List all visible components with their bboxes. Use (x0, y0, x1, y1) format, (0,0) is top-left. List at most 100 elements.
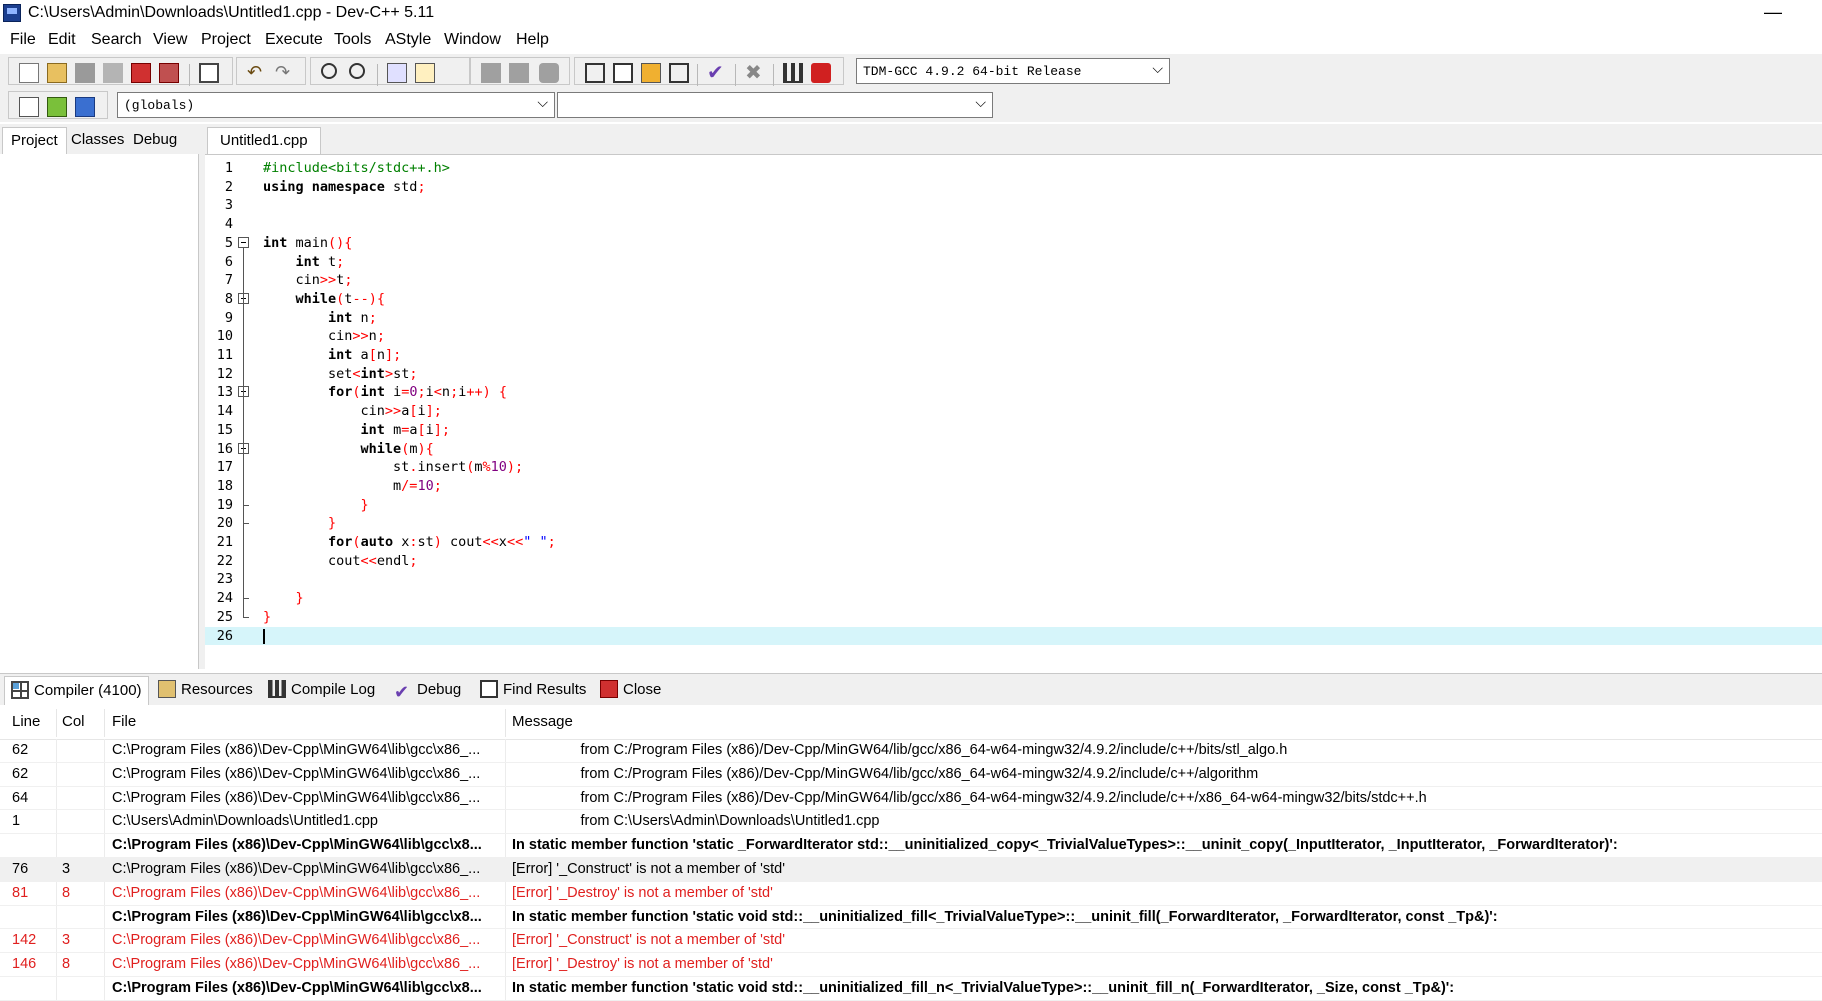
message-row[interactable]: 81 8 C:\Program Files (x86)\Dev-Cpp\MinGW6… (0, 882, 1822, 906)
column-divider[interactable] (56, 709, 57, 737)
save-icon[interactable] (75, 63, 95, 83)
code-line[interactable]: 2 using namespace std; (205, 178, 1822, 197)
close-all-icon[interactable] (159, 63, 179, 83)
code-line[interactable]: 14 cin>>a[i]; (205, 402, 1822, 421)
tab-debug[interactable]: Debug (125, 127, 185, 154)
message-file: C:\Program Files (x86)\Dev-Cpp\MinGW64\l… (112, 884, 481, 901)
tab-classes[interactable]: Classes (63, 127, 132, 154)
code-line[interactable]: 21 for(auto x:st) cout<<x<<" "; (205, 533, 1822, 552)
tab-close[interactable]: Close (594, 676, 667, 705)
project-options-icon[interactable] (75, 97, 95, 117)
header-col[interactable]: Col (62, 713, 85, 730)
new-file-icon[interactable] (19, 63, 39, 83)
compiler-messages-list[interactable]: Line Col File Message 62 C:\Program Files… (0, 705, 1822, 1001)
menu-file[interactable]: File (10, 31, 36, 49)
compile-grid-icon[interactable] (585, 63, 605, 83)
header-message[interactable]: Message (512, 713, 573, 730)
code-editor[interactable]: 1 #include<bits/stdc++.h> 2 using namespace… (205, 154, 1822, 670)
code-line[interactable]: 7 cin>>t; (205, 271, 1822, 290)
menu-execute[interactable]: Execute (265, 31, 323, 49)
print-icon[interactable] (199, 63, 219, 83)
message-row[interactable]: 64 C:\Program Files (x86)\Dev-Cpp\MinGW64… (0, 787, 1822, 811)
add-to-project-icon[interactable] (47, 97, 67, 117)
menu-window[interactable]: Window (444, 31, 501, 49)
function-select[interactable]: ⌵ (557, 92, 993, 118)
code-line[interactable]: 25} (205, 608, 1822, 627)
tab-find-results[interactable]: Find Results (474, 676, 592, 705)
tab-debug-output[interactable]: ✔ Debug (388, 676, 467, 705)
delete-profile-icon[interactable] (811, 63, 831, 83)
goto-line-icon[interactable] (387, 63, 407, 83)
message-row[interactable]: C:\Program Files (x86)\Dev-Cpp\MinGW64\l… (0, 977, 1822, 1001)
message-row[interactable]: 1 C:\Users\Admin\Downloads\Untitled1.cpp … (0, 810, 1822, 835)
toggle-bookmark-icon[interactable] (415, 63, 435, 83)
code-line[interactable]: 16 while(m){ (205, 440, 1822, 459)
code-line[interactable]: 3 (205, 196, 1822, 215)
code-line[interactable]: 18 m/=10; (205, 477, 1822, 496)
code-line[interactable]: 4 (205, 215, 1822, 234)
column-divider[interactable] (505, 709, 506, 737)
message-row[interactable]: 76 3 C:\Program Files (x86)\Dev-Cpp\MinGW6… (0, 858, 1822, 882)
code-line[interactable]: 6 int t; (205, 253, 1822, 272)
replace-icon[interactable] (349, 63, 365, 79)
minimize-button[interactable]: — (1764, 2, 1782, 23)
column-divider[interactable] (104, 709, 105, 737)
scope-select[interactable]: (globals) ⌵ (117, 92, 555, 118)
menu-project[interactable]: Project (201, 31, 251, 49)
code-line[interactable]: 10 cin>>n; (205, 327, 1822, 346)
stop-execution-icon[interactable]: ✖ (745, 63, 765, 83)
open-file-icon[interactable] (47, 63, 67, 83)
tab-resources[interactable]: Resources (152, 676, 259, 705)
redo-icon[interactable]: ↷ (275, 63, 295, 83)
code-line[interactable]: 23 (205, 570, 1822, 589)
indent-icon[interactable] (481, 63, 501, 83)
menu-tools[interactable]: Tools (334, 31, 371, 49)
header-file[interactable]: File (112, 713, 136, 730)
message-row[interactable]: 62 C:\Program Files (x86)\Dev-Cpp\MinGW64… (0, 739, 1822, 763)
run-window-icon[interactable] (613, 63, 633, 83)
profile-chart-icon[interactable] (783, 63, 803, 83)
message-row[interactable]: 62 C:\Program Files (x86)\Dev-Cpp\MinGW64… (0, 763, 1822, 787)
code-line[interactable]: 12 set<int>st; (205, 365, 1822, 384)
unindent-icon[interactable] (509, 63, 529, 83)
code-line[interactable]: 5 int main(){ (205, 234, 1822, 253)
menu-search[interactable]: Search (91, 31, 142, 49)
tab-project[interactable]: Project (2, 127, 67, 154)
menu-help[interactable]: Help (516, 31, 549, 49)
tab-compiler[interactable]: Compiler (4100) (4, 676, 149, 705)
code-line[interactable]: 9 int n; (205, 309, 1822, 328)
code-line[interactable]: 11 int a[n]; (205, 346, 1822, 365)
tab-untitled1-cpp[interactable]: Untitled1.cpp (207, 127, 321, 154)
code-line[interactable]: 26 (205, 626, 1822, 646)
code-line[interactable]: 13 for(int i=0;i<n;i++) { (205, 383, 1822, 402)
code-line[interactable]: 17 st.insert(m%10); (205, 458, 1822, 477)
find-icon[interactable] (321, 63, 337, 79)
syntax-check-icon[interactable]: ✔ (707, 63, 727, 83)
undo-icon[interactable]: ↶ (247, 63, 267, 83)
code-line[interactable]: 8 while(t--){ (205, 290, 1822, 309)
compiler-select[interactable]: TDM-GCC 4.9.2 64-bit Release ⌵ (856, 58, 1170, 84)
code-line[interactable]: 19 } (205, 496, 1822, 515)
code-line[interactable]: 15 int m=a[i]; (205, 421, 1822, 440)
rebuild-icon[interactable] (669, 63, 689, 83)
code-line[interactable]: 24 } (205, 589, 1822, 608)
compile-run-icon[interactable] (641, 63, 661, 83)
code-line[interactable]: 20 } (205, 514, 1822, 533)
code-line[interactable]: 22 cout<<endl; (205, 552, 1822, 571)
message-row[interactable]: C:\Program Files (x86)\Dev-Cpp\MinGW64\l… (0, 834, 1822, 858)
menu-astyle[interactable]: AStyle (385, 31, 431, 49)
comment-icon[interactable] (539, 63, 559, 83)
close-file-icon[interactable] (131, 63, 151, 83)
save-all-icon[interactable] (103, 63, 123, 83)
menu-view[interactable]: View (153, 31, 187, 49)
fold-collapse-icon[interactable] (238, 236, 249, 248)
new-project-icon[interactable] (19, 97, 39, 117)
message-row[interactable]: 146 8 C:\Program Files (x86)\Dev-Cpp\MinGW… (0, 953, 1822, 977)
header-line[interactable]: Line (12, 713, 40, 730)
code-line[interactable]: 1 #include<bits/stdc++.h> (205, 159, 1822, 178)
message-row[interactable]: 142 3 C:\Program Files (x86)\Dev-Cpp\MinGW… (0, 929, 1822, 954)
project-browser-panel[interactable] (0, 154, 199, 669)
message-row[interactable]: C:\Program Files (x86)\Dev-Cpp\MinGW64\l… (0, 906, 1822, 930)
menu-edit[interactable]: Edit (48, 31, 76, 49)
tab-compile-log[interactable]: Compile Log (262, 676, 381, 705)
